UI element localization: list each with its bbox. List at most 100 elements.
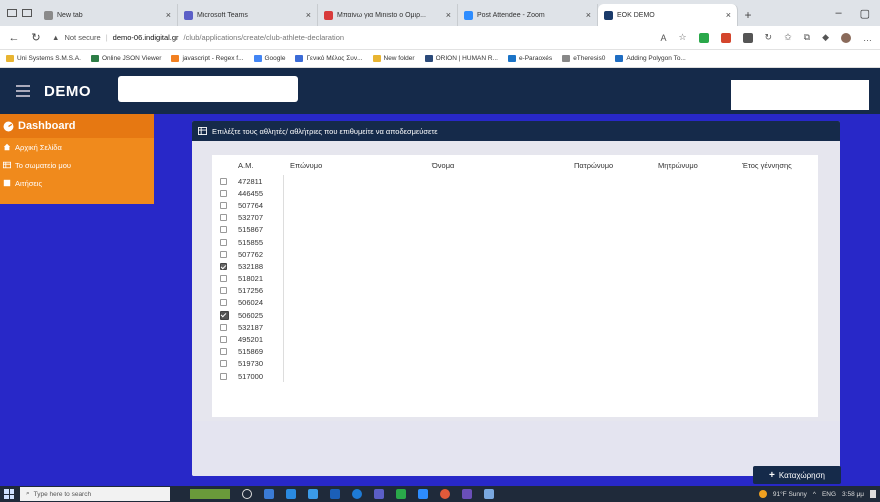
app-icon[interactable] xyxy=(396,489,406,499)
table-row[interactable]: 532188 xyxy=(212,260,818,273)
bookmark-item[interactable]: Γενικό Μέλος Συν... xyxy=(295,55,363,62)
favorite-star-icon[interactable]: ☆ xyxy=(678,32,686,43)
url-field[interactable]: ▲ Not secure | demo-06.indigital.gr /clu… xyxy=(52,33,650,42)
bookmark-item[interactable]: New folder xyxy=(372,55,415,62)
table-row[interactable]: 517000 xyxy=(212,370,818,383)
favorites-icon[interactable]: ✩ xyxy=(784,32,792,43)
app-icon[interactable] xyxy=(418,489,428,499)
more-icon[interactable]: … xyxy=(863,33,872,43)
table-row[interactable]: 495201 xyxy=(212,333,818,346)
table-row[interactable]: 532707 xyxy=(212,211,818,224)
column-header[interactable]: Μητρώνυμο xyxy=(652,161,736,170)
sidebar-item-dashboard[interactable]: Dashboard xyxy=(0,114,154,138)
bookmark-item[interactable]: Online JSON Viewer xyxy=(90,55,161,62)
edge-icon[interactable] xyxy=(352,489,362,499)
row-checkbox[interactable] xyxy=(220,275,227,283)
row-checkbox[interactable] xyxy=(220,348,227,356)
sidebar-item-home[interactable]: Αρχική Σελίδα xyxy=(0,138,154,156)
row-checkbox[interactable] xyxy=(220,189,227,197)
row-checkbox[interactable] xyxy=(220,372,227,380)
table-row[interactable]: 515869 xyxy=(212,345,818,358)
bookmark-item[interactable]: javascript - Regex f... xyxy=(171,55,244,62)
close-icon[interactable]: × xyxy=(166,10,171,20)
user-area[interactable] xyxy=(731,80,869,110)
sidebar-item-my-club[interactable]: Το σωματείο μου xyxy=(0,156,154,174)
chrome-icon[interactable] xyxy=(440,489,450,499)
table-row[interactable]: 506025 xyxy=(212,309,818,322)
bookmark-item[interactable]: Google xyxy=(253,55,285,62)
close-icon[interactable]: × xyxy=(306,10,311,20)
extension-icon[interactable] xyxy=(720,32,731,43)
read-aloud-icon[interactable]: A xyxy=(660,33,666,43)
bookmark-item[interactable]: Uni Systems S.M.S.A. xyxy=(6,55,81,62)
close-icon[interactable]: × xyxy=(726,10,731,20)
row-checkbox[interactable] xyxy=(220,177,227,185)
table-row[interactable]: 515867 xyxy=(212,223,818,236)
table-row[interactable]: 515855 xyxy=(212,235,818,249)
app-icon[interactable] xyxy=(308,489,318,499)
browser-tab[interactable]: EOK DEMO × xyxy=(598,4,738,26)
bookmark-item[interactable]: e-Paraoxés xyxy=(507,55,552,62)
task-view-icon[interactable] xyxy=(242,489,252,499)
column-header[interactable]: Α.Μ. xyxy=(236,161,284,170)
app-icon[interactable] xyxy=(264,489,274,499)
close-icon[interactable]: × xyxy=(586,10,591,20)
table-row[interactable]: 518021 xyxy=(212,272,818,285)
row-checkbox[interactable] xyxy=(220,201,227,209)
notifications-icon[interactable] xyxy=(870,490,876,498)
table-row[interactable]: 472811 xyxy=(212,175,818,188)
row-checkbox[interactable] xyxy=(220,287,227,295)
bookmark-item[interactable]: ORION | HUMAN R... xyxy=(424,55,498,62)
navbar-field[interactable] xyxy=(118,76,298,102)
column-header[interactable]: Όνομα xyxy=(426,161,568,170)
window-menu[interactable] xyxy=(0,0,38,26)
table-row[interactable]: 446455 xyxy=(212,187,818,200)
menu-icon[interactable] xyxy=(16,85,30,97)
row-checkbox[interactable] xyxy=(220,299,227,307)
row-checkbox[interactable] xyxy=(220,323,227,331)
row-checkbox[interactable] xyxy=(220,336,227,344)
bookmark-item[interactable]: eTheresis0 xyxy=(562,55,605,62)
browser-tab[interactable]: Μπαίνω για Ministo ο Ομιρ... × xyxy=(318,4,458,26)
chevron-up-icon[interactable]: ^ xyxy=(813,491,816,498)
taskbar-search[interactable]: ⌕ Type here to search xyxy=(20,487,170,501)
table-row[interactable]: 507764 xyxy=(212,199,818,212)
browser-tab[interactable]: New tab × xyxy=(38,4,178,26)
table-row[interactable]: 532187 xyxy=(212,321,818,334)
back-icon[interactable]: ← xyxy=(8,32,20,44)
save-button[interactable]: + Καταχώρηση xyxy=(753,466,841,484)
weather-text[interactable]: 91°F Sunny xyxy=(773,491,807,498)
news-widget-icon[interactable] xyxy=(190,489,230,499)
app-icon[interactable] xyxy=(286,489,296,499)
profile-avatar-icon[interactable] xyxy=(841,32,851,43)
app-icon[interactable] xyxy=(330,489,340,499)
app-icon[interactable] xyxy=(484,489,494,499)
column-header[interactable]: Έτος γέννησης xyxy=(736,161,818,170)
sidebar-item-applications[interactable]: Αιτήσεις xyxy=(0,174,154,192)
app-icon[interactable] xyxy=(462,489,472,499)
refresh-icon[interactable]: ↻ xyxy=(30,31,42,44)
bookmark-item[interactable]: Adding Polygon To... xyxy=(615,55,686,62)
row-checkbox[interactable] xyxy=(220,226,227,234)
windows-start-icon[interactable] xyxy=(4,489,14,499)
collections-icon[interactable]: ⧉ xyxy=(804,32,810,43)
refresh-icon[interactable]: ↻ xyxy=(765,32,773,43)
row-checkbox[interactable] xyxy=(220,310,229,320)
teams-icon[interactable] xyxy=(374,489,384,499)
column-header[interactable]: Πατρώνυμο xyxy=(568,161,652,170)
table-row[interactable]: 507762 xyxy=(212,248,818,261)
row-checkbox[interactable] xyxy=(220,250,227,258)
shield-icon[interactable]: ◆ xyxy=(822,32,829,43)
extension-icon[interactable] xyxy=(742,32,753,43)
clock[interactable]: 3:58 μμ xyxy=(842,491,864,498)
close-icon[interactable]: × xyxy=(446,10,451,20)
column-header[interactable]: Επώνυμο xyxy=(284,161,426,170)
row-checkbox[interactable] xyxy=(220,360,227,368)
new-tab-button[interactable]: + xyxy=(738,4,758,26)
browser-tab[interactable]: Microsoft Teams × xyxy=(178,4,318,26)
browser-tab[interactable]: Post Attendee - Zoom × xyxy=(458,4,598,26)
extension-icon[interactable] xyxy=(698,32,709,43)
table-row[interactable]: 519730 xyxy=(212,357,818,370)
row-checkbox[interactable] xyxy=(220,214,227,222)
row-checkbox[interactable] xyxy=(220,262,227,270)
